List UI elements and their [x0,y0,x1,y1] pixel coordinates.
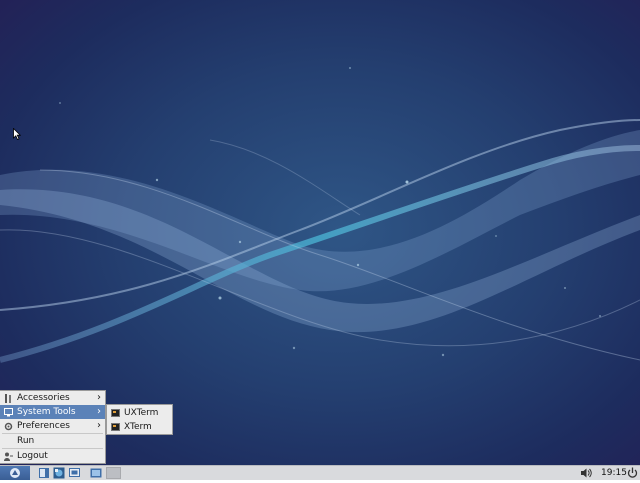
terminal-icon [111,423,120,431]
clock[interactable]: 19:15 [601,466,627,480]
menu-item-label: Accessories [17,393,70,403]
menu-item-uxterm[interactable]: UXTerm [107,406,172,420]
start-menu-button[interactable] [0,466,30,480]
menu-item-preferences[interactable]: Preferences › [0,419,105,433]
menu-item-accessories[interactable]: Accessories › [0,391,105,405]
gear-icon [4,422,13,431]
terminal-icon [111,409,120,417]
menu-item-logout[interactable]: Logout [0,449,105,463]
menu-item-xterm[interactable]: XTerm [107,420,172,434]
web-browser-icon[interactable] [53,467,65,479]
taskbar-panel: 19:15 [0,465,640,480]
logout-icon [4,452,13,461]
chevron-right-icon: › [97,392,101,403]
menu-item-run[interactable]: Run [0,434,105,448]
menu-item-label: Run [17,436,35,446]
lxqt-logo-icon [10,468,20,478]
power-icon[interactable] [627,467,638,479]
menu-item-label: UXTerm [124,408,159,418]
menu-item-system-tools[interactable]: System Tools › [0,405,105,419]
menu-item-label: XTerm [124,422,152,432]
submenu-system-tools: UXTerm XTerm [106,404,173,435]
task-list[interactable] [106,467,121,479]
chevron-right-icon: › [97,406,101,417]
volume-icon[interactable] [580,467,592,479]
monitor-icon [4,408,13,417]
accessories-icon [5,394,11,403]
menu-item-label: Preferences [17,421,70,431]
file-manager-icon[interactable] [38,467,50,479]
show-desktop-icon[interactable] [90,467,102,479]
start-menu: Accessories › System Tools › Preferences… [0,390,106,464]
menu-item-label: Logout [17,451,48,461]
menu-item-label: System Tools [17,407,76,417]
mouse-pointer-icon [13,128,21,140]
chevron-right-icon: › [97,420,101,431]
desktop-switcher-icon[interactable] [69,467,81,479]
